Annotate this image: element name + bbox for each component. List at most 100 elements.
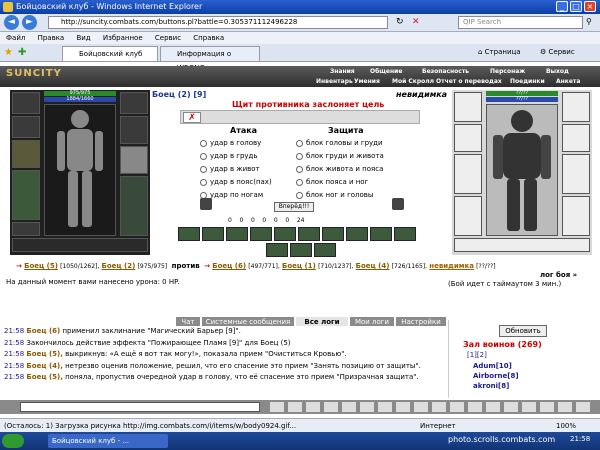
menu-security[interactable]: Безопасность <box>422 68 469 75</box>
helmet-slot[interactable] <box>12 92 40 114</box>
armor-slot[interactable] <box>454 196 482 236</box>
refresh-button[interactable]: Обновить <box>499 325 547 337</box>
team-right-1[interactable]: Боец (6) <box>212 262 246 270</box>
menu-character[interactable]: Персонаж <box>490 68 525 75</box>
maximize-button[interactable]: □ <box>570 1 582 12</box>
defense-title: Защита <box>328 126 364 135</box>
attack-chest[interactable]: удар в грудь <box>200 151 272 162</box>
menu-help[interactable]: Справка <box>193 34 224 42</box>
skill-icon[interactable] <box>226 227 248 241</box>
attack-belt[interactable]: удар в пояс(пах) <box>200 177 272 188</box>
zoom-level[interactable]: 100% <box>556 419 576 433</box>
user-item[interactable]: Airborne[8] <box>473 372 519 380</box>
gloves-slot[interactable] <box>562 124 590 152</box>
log-name[interactable]: Боец (5), <box>26 373 62 381</box>
menu-communication[interactable]: Общение <box>370 68 402 75</box>
chat-input[interactable] <box>20 402 260 412</box>
close-button[interactable]: × <box>584 1 596 12</box>
skill-icon[interactable] <box>274 227 296 241</box>
menu-favorites[interactable]: Избранное <box>103 34 143 42</box>
menu-battles[interactable]: Поединки <box>510 78 545 85</box>
search-icon[interactable]: ⚲ <box>586 17 592 26</box>
block-chest-stomach[interactable]: блок груди и живота <box>296 151 384 162</box>
url-input[interactable]: http://suncity.combats.com/buttons.pl?ba… <box>48 16 388 29</box>
gloves-slot[interactable] <box>120 116 148 144</box>
search-input[interactable]: QIP Search <box>458 16 583 29</box>
earring-slot[interactable] <box>120 92 148 114</box>
weapon-slot[interactable] <box>454 154 482 194</box>
boots-slot[interactable] <box>120 176 148 236</box>
log-name[interactable]: Боец (4), <box>26 362 62 370</box>
battle-log-link[interactable]: лог боя » <box>540 271 577 279</box>
menu-profile[interactable]: Анкета <box>556 78 580 85</box>
skill-icon[interactable] <box>202 227 224 241</box>
menu-inventory[interactable]: Инвентарь <box>316 78 353 85</box>
block-stomach-belt[interactable]: блок живота и пояса <box>296 164 384 175</box>
log-text: применил заклинание "Магический Барьер [… <box>62 327 241 335</box>
skill-icon[interactable] <box>290 243 312 257</box>
block-head-chest[interactable]: блок головы и груди <box>296 138 384 149</box>
opponent-name[interactable]: невидимка <box>396 90 447 99</box>
attack-head[interactable]: удар в голову <box>200 138 272 149</box>
skill-icon[interactable] <box>298 227 320 241</box>
favorites-star-icon[interactable]: ★ <box>4 47 13 58</box>
shield-slot[interactable] <box>120 146 148 174</box>
amulet-slot[interactable] <box>454 124 482 152</box>
armor-slot[interactable] <box>12 170 40 220</box>
taskbar-item[interactable]: Бойцовский клуб - ... <box>48 434 168 448</box>
team-right-3[interactable]: Боец (4) <box>356 262 390 270</box>
helmet-slot[interactable] <box>454 92 482 122</box>
refresh-icon[interactable]: ↻ <box>396 17 404 27</box>
menu-view[interactable]: Вид <box>76 34 90 42</box>
skill-icon[interactable] <box>266 243 288 257</box>
menu-edit[interactable]: Правка <box>38 34 65 42</box>
toolbar-icons[interactable] <box>270 402 590 412</box>
team-right-4[interactable]: невидимка <box>429 262 474 270</box>
skill-icon[interactable] <box>178 227 200 241</box>
tools-menu[interactable]: ⚙ Сервис <box>540 48 575 56</box>
user-item[interactable]: akroni[8] <box>473 382 509 390</box>
block-legs-head[interactable]: блок ног и головы <box>296 190 384 201</box>
fighter-name[interactable]: Боец (2) [9] <box>152 90 206 99</box>
menu-knowledge[interactable]: Знания <box>330 68 355 75</box>
team-left-1[interactable]: Боец (5) <box>24 262 58 270</box>
attack-stomach[interactable]: удар в живот <box>200 164 272 175</box>
menu-exit[interactable]: Выход <box>546 68 569 75</box>
log-name[interactable]: Боец (5), <box>26 350 62 358</box>
weapon-slot[interactable] <box>12 140 40 168</box>
tab-combats[interactable]: Бойцовский клуб <box>62 46 158 61</box>
skill-icon[interactable] <box>346 227 368 241</box>
start-button[interactable] <box>2 434 24 448</box>
hall-pages[interactable]: [1][2] <box>467 351 487 359</box>
skill-icon[interactable] <box>322 227 344 241</box>
forward-button[interactable]: ► <box>22 15 37 30</box>
block-belt-legs[interactable]: блок пояса и ног <box>296 177 384 188</box>
skill-icon[interactable] <box>314 243 336 257</box>
skill-icon[interactable] <box>370 227 392 241</box>
earring-slot[interactable] <box>562 92 590 122</box>
log-name[interactable]: Боец (6) <box>26 327 60 335</box>
belt-slot[interactable] <box>12 222 40 236</box>
tab-info-wrong[interactable]: Информация о WRONG <box>160 46 260 72</box>
boots-slot[interactable] <box>562 196 590 236</box>
amulet-slot[interactable] <box>12 116 40 138</box>
page-menu[interactable]: ⌂ Страница <box>478 48 521 56</box>
back-button[interactable]: ◄ <box>4 15 19 30</box>
skill-icon[interactable] <box>250 227 272 241</box>
menu-tools[interactable]: Сервис <box>155 34 181 42</box>
minimize-button[interactable]: _ <box>556 1 568 12</box>
menu-my-scroll[interactable]: Мой Скролл <box>392 78 434 85</box>
blocked-spell-icon[interactable]: ✗ <box>183 112 201 123</box>
team-right-2[interactable]: Боец (1) <box>282 262 316 270</box>
user-item[interactable]: Adum[10] <box>473 362 512 370</box>
go-button[interactable]: Вперёд!!! <box>274 202 314 212</box>
stop-icon[interactable]: ✕ <box>412 17 420 27</box>
menu-skills[interactable]: Умения <box>354 78 380 85</box>
skill-icon[interactable] <box>394 227 416 241</box>
add-favorites-icon[interactable]: ✚ <box>18 47 26 58</box>
menu-transfers[interactable]: Отчет о переводах <box>436 78 502 85</box>
menu-file[interactable]: Файл <box>6 34 25 42</box>
window-title: Бойцовский клуб - Windows Internet Explo… <box>16 2 203 11</box>
team-left-2[interactable]: Боец (2) <box>102 262 136 270</box>
shield-slot[interactable] <box>562 154 590 194</box>
